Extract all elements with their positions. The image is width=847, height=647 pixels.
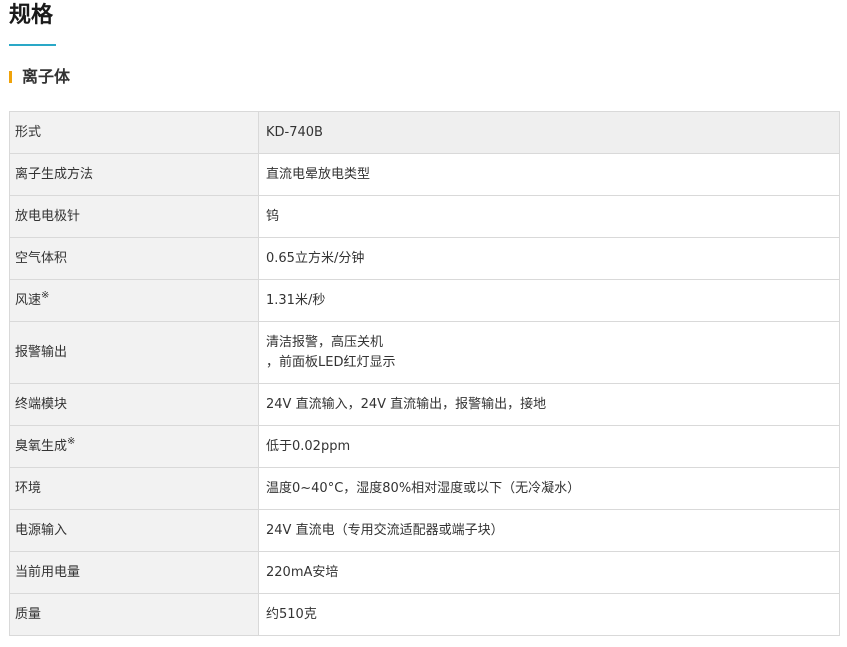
note-mark: ※	[67, 435, 76, 447]
section-marker	[9, 71, 12, 83]
spec-label: 放电电极针	[15, 208, 81, 224]
spec-label: 报警输出	[15, 344, 68, 360]
spec-label-cell: 放电电极针	[9, 195, 259, 238]
spec-row: 质量 约510克	[9, 593, 840, 636]
page-title: 规格	[9, 3, 54, 28]
spec-value: 低于0.02ppm	[266, 438, 351, 454]
spec-value: 220mA安培	[266, 564, 339, 580]
spec-label: 终端模块	[15, 396, 68, 412]
spec-value: 温度0~40°C，湿度80%相对湿度或以下（无冷凝水）	[266, 480, 581, 496]
section-heading: 离子体	[9, 66, 70, 88]
spec-value-cell: 220mA安培	[258, 551, 840, 594]
spec-row: 报警输出 清洁报警，高压关机 ，前面板LED红灯显示	[9, 321, 840, 384]
spec-value-cell: 直流电晕放电类型	[258, 153, 840, 196]
spec-label-cell: 质量	[9, 593, 259, 636]
spec-value-cell: 24V 直流输入，24V 直流输出，报警输出，接地	[258, 383, 840, 426]
spec-label-cell: 臭氧生成※	[9, 425, 259, 468]
spec-value-cell: 钨	[258, 195, 840, 238]
spec-value-cell: 低于0.02ppm	[258, 425, 840, 468]
spec-label: 离子生成方法	[15, 166, 94, 182]
spec-label: 臭氧生成	[15, 438, 68, 454]
spec-value-cell: 0.65立方米/分钟	[258, 237, 840, 280]
spec-value: 约510克	[266, 606, 317, 622]
spec-label-cell: 离子生成方法	[9, 153, 259, 196]
spec-value-cell: 1.31米/秒	[258, 279, 840, 322]
title-underline	[9, 44, 56, 46]
spec-label-cell: 风速※	[9, 279, 259, 322]
spec-label-cell: 报警输出	[9, 321, 259, 384]
spec-value: 清洁报警，高压关机	[266, 334, 384, 350]
spec-value: 24V 直流电（专用交流适配器或端子块）	[266, 522, 504, 538]
spec-value: 0.65立方米/分钟	[266, 250, 365, 266]
spec-value-cell: 约510克	[258, 593, 840, 636]
spec-value-cell: 温度0~40°C，湿度80%相对湿度或以下（无冷凝水）	[258, 467, 840, 510]
spec-label: 电源输入	[15, 522, 68, 538]
spec-label-cell: 当前用电量	[9, 551, 259, 594]
spec-label: 当前用电量	[15, 564, 81, 580]
spec-label: 空气体积	[15, 250, 68, 266]
spec-value: KD-740B	[266, 124, 323, 140]
spec-row: 离子生成方法 直流电晕放电类型	[9, 153, 840, 196]
spec-label: 风速	[15, 292, 42, 308]
spec-value: ，前面板LED红灯显示	[266, 354, 396, 370]
spec-value-cell: KD-740B	[258, 111, 840, 154]
spec-row: 终端模块 24V 直流输入，24V 直流输出，报警输出，接地	[9, 383, 840, 426]
spec-value: 钨	[266, 208, 280, 224]
spec-row: 风速※ 1.31米/秒	[9, 279, 840, 322]
spec-row: 当前用电量 220mA安培	[9, 551, 840, 594]
spec-label: 环境	[15, 480, 42, 496]
spec-table: 形式 KD-740B 离子生成方法 直流电晕放电类型放电电极针 钨空气体积 0.65立方米…	[9, 111, 840, 636]
spec-value: 1.31米/秒	[266, 292, 326, 308]
spec-row: 形式 KD-740B	[9, 111, 840, 154]
spec-row: 环境 温度0~40°C，湿度80%相对湿度或以下（无冷凝水）	[9, 467, 840, 510]
spec-value-cell: 清洁报警，高压关机 ，前面板LED红灯显示	[258, 321, 840, 384]
spec-label: 质量	[15, 606, 42, 622]
spec-row: 空气体积 0.65立方米/分钟	[9, 237, 840, 280]
spec-label-cell: 形式	[9, 111, 259, 154]
spec-value-cell: 24V 直流电（专用交流适配器或端子块）	[258, 509, 840, 552]
spec-row: 臭氧生成※ 低于0.02ppm	[9, 425, 840, 468]
spec-label: 形式	[15, 124, 42, 140]
spec-label-cell: 电源输入	[9, 509, 259, 552]
spec-value: 直流电晕放电类型	[266, 166, 371, 182]
spec-row: 电源输入 24V 直流电（专用交流适配器或端子块）	[9, 509, 840, 552]
note-mark: ※	[41, 289, 50, 301]
spec-table-body: 形式 KD-740B 离子生成方法 直流电晕放电类型放电电极针 钨空气体积 0.65立方米…	[9, 111, 840, 636]
spec-row: 放电电极针 钨	[9, 195, 840, 238]
spec-label-cell: 终端模块	[9, 383, 259, 426]
spec-label-cell: 环境	[9, 467, 259, 510]
spec-value: 24V 直流输入，24V 直流输出，报警输出，接地	[266, 396, 547, 412]
spec-label-cell: 空气体积	[9, 237, 259, 280]
section-title: 离子体	[22, 67, 71, 86]
